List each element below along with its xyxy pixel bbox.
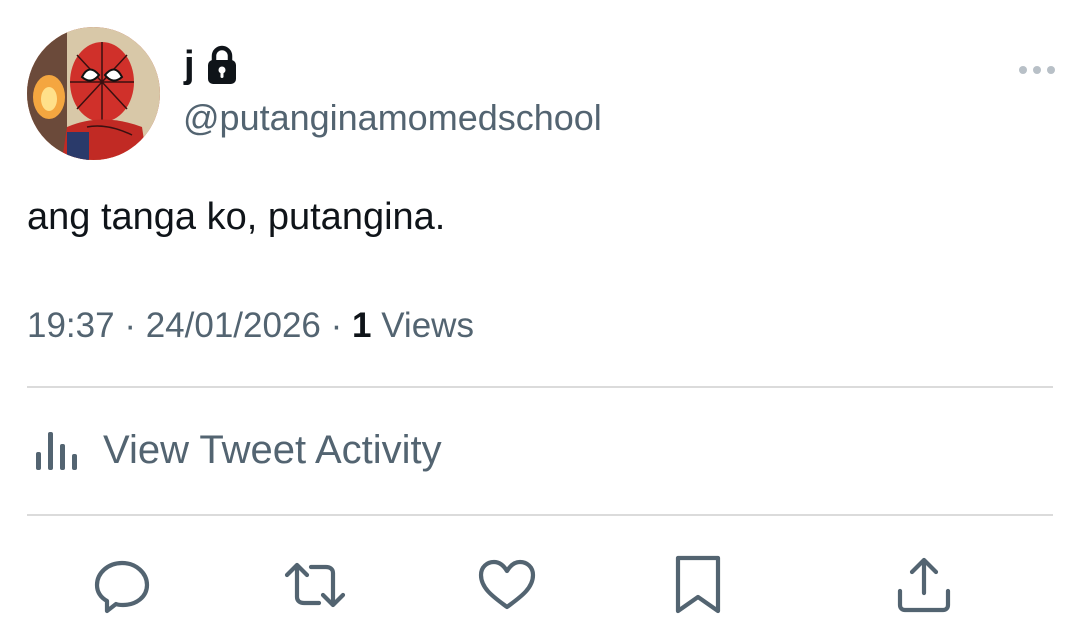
user-name-row: j (184, 41, 239, 89)
retweet-button[interactable] (283, 553, 347, 617)
meta-separator: · (330, 306, 343, 345)
more-horizontal-icon[interactable] (1013, 56, 1061, 84)
bookmark-button[interactable] (666, 553, 730, 617)
tweet-time[interactable]: 19:37 (27, 306, 115, 345)
reply-button[interactable] (90, 553, 154, 617)
retweet-icon (283, 553, 347, 617)
views-count: 1 (352, 306, 372, 345)
tweet-text: ang tanga ko, putangina. (27, 196, 446, 238)
tweet-date[interactable]: 24/01/2026 (146, 306, 321, 345)
tweet-meta: 19:37 · 24/01/2026 · 1 Views (27, 302, 474, 350)
reply-icon (90, 553, 154, 617)
lock-icon (205, 43, 239, 87)
view-tweet-activity-label: View Tweet Activity (103, 428, 442, 472)
bar-chart-icon (33, 424, 81, 477)
share-icon (892, 553, 956, 617)
views-label: Views (381, 306, 474, 345)
share-button[interactable] (892, 553, 956, 617)
spider-man-avatar-image (27, 27, 160, 160)
like-button[interactable] (475, 553, 539, 617)
heart-icon (475, 553, 539, 617)
tweet-detail: j @putanginamomedschool ang tanga ko, pu… (0, 0, 1080, 641)
display-name[interactable]: j (184, 41, 195, 89)
divider (27, 386, 1053, 388)
user-handle[interactable]: @putanginamomedschool (183, 95, 602, 141)
divider (27, 514, 1053, 516)
bookmark-icon (666, 553, 730, 617)
avatar[interactable] (27, 27, 160, 160)
meta-separator: · (124, 306, 136, 345)
view-tweet-activity-button[interactable]: View Tweet Activity (33, 420, 442, 480)
